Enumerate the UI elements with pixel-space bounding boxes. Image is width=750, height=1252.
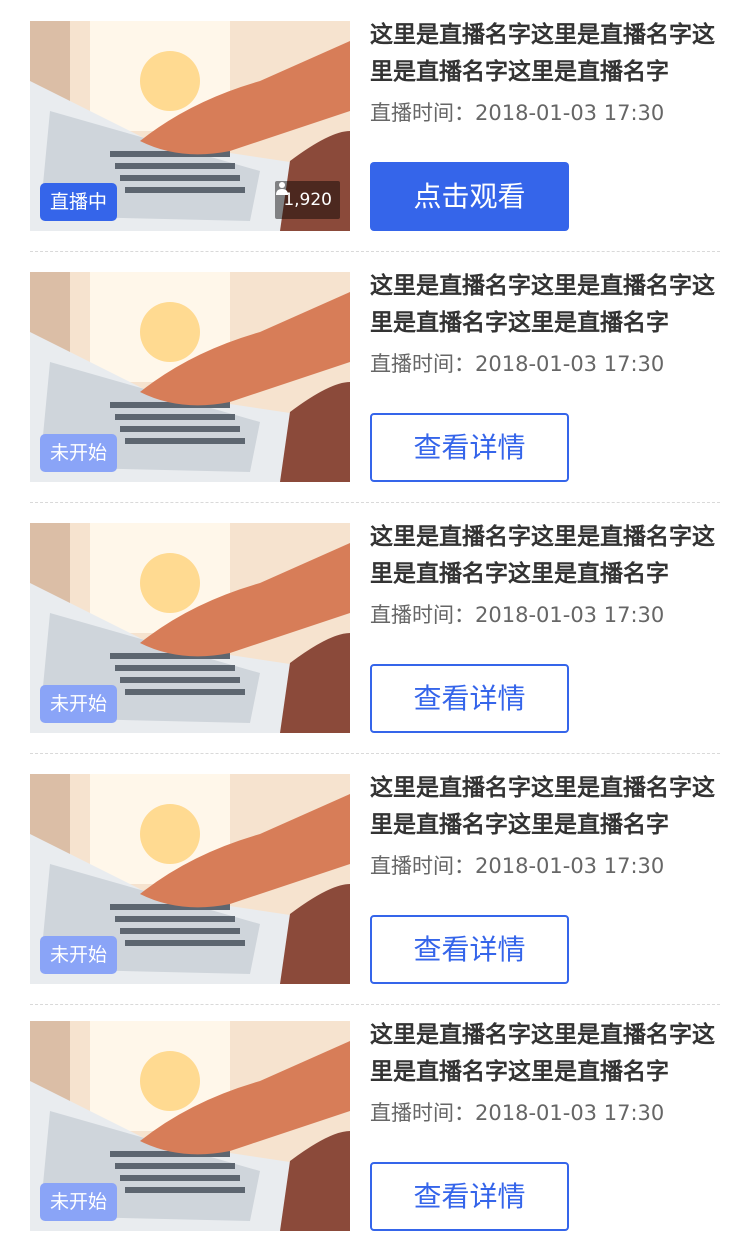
live-time: 直播时间：2018-01-03 17:30 (370, 851, 664, 881)
live-time: 直播时间：2018-01-03 17:30 (370, 1098, 664, 1128)
live-time-label: 直播时间： (370, 1101, 475, 1125)
live-time-label: 直播时间： (370, 603, 475, 627)
view-details-button[interactable]: 查看详情 (370, 915, 569, 984)
live-title[interactable]: 这里是直播名字这里是直播名字这里是直播名字这里是直播名字 (370, 17, 715, 91)
live-time-label: 直播时间： (370, 101, 475, 125)
pending-status-badge: 未开始 (40, 434, 118, 472)
live-time-value: 2018-01-03 17:30 (475, 603, 665, 627)
pending-status-badge: 未开始 (40, 685, 118, 723)
live-title[interactable]: 这里是直播名字这里是直播名字这里是直播名字这里是直播名字 (370, 770, 715, 844)
live-item[interactable]: 未开始 这里是直播名字这里是直播名字这里是直播名字这里是直播名字 直播时间：20… (30, 1021, 720, 1231)
live-item[interactable]: 未开始 这里是直播名字这里是直播名字这里是直播名字这里是直播名字 直播时间：20… (30, 523, 720, 754)
live-item[interactable]: 直播中 1,920 这里是直播名字这里是直播名字这里是直播名字这里是直播名字 直… (30, 21, 720, 252)
live-title[interactable]: 这里是直播名字这里是直播名字这里是直播名字这里是直播名字 (370, 268, 715, 342)
live-title[interactable]: 这里是直播名字这里是直播名字这里是直播名字这里是直播名字 (370, 519, 715, 593)
live-time: 直播时间：2018-01-03 17:30 (370, 600, 664, 630)
live-item[interactable]: 未开始 这里是直播名字这里是直播名字这里是直播名字这里是直播名字 直播时间：20… (30, 272, 720, 503)
live-time-value: 2018-01-03 17:30 (475, 854, 665, 878)
viewer-count: 1,920 (275, 181, 340, 219)
live-time-value: 2018-01-03 17:30 (475, 101, 665, 125)
live-time-value: 2018-01-03 17:30 (475, 352, 665, 376)
live-time: 直播时间：2018-01-03 17:30 (370, 98, 664, 128)
live-thumbnail[interactable]: 未开始 (30, 272, 350, 482)
live-thumbnail[interactable]: 直播中 1,920 (30, 21, 350, 231)
pending-status-badge: 未开始 (40, 1183, 118, 1221)
view-details-button[interactable]: 查看详情 (370, 1162, 569, 1231)
live-time-value: 2018-01-03 17:30 (475, 1101, 665, 1125)
live-time-label: 直播时间： (370, 854, 475, 878)
view-details-button[interactable]: 查看详情 (370, 664, 569, 733)
live-time: 直播时间：2018-01-03 17:30 (370, 349, 664, 379)
live-list: 直播中 1,920 这里是直播名字这里是直播名字这里是直播名字这里是直播名字 直… (0, 0, 750, 1252)
live-thumbnail[interactable]: 未开始 (30, 523, 350, 733)
person-icon (276, 182, 289, 195)
live-thumbnail[interactable]: 未开始 (30, 1021, 350, 1231)
live-time-label: 直播时间： (370, 352, 475, 376)
live-thumbnail[interactable]: 未开始 (30, 774, 350, 984)
live-title[interactable]: 这里是直播名字这里是直播名字这里是直播名字这里是直播名字 (370, 1017, 715, 1091)
live-item[interactable]: 未开始 这里是直播名字这里是直播名字这里是直播名字这里是直播名字 直播时间：20… (30, 774, 720, 1005)
live-status-badge: 直播中 (40, 183, 118, 221)
watch-button[interactable]: 点击观看 (370, 162, 569, 231)
viewer-count-value: 1,920 (283, 190, 332, 210)
pending-status-badge: 未开始 (40, 936, 118, 974)
view-details-button[interactable]: 查看详情 (370, 413, 569, 482)
